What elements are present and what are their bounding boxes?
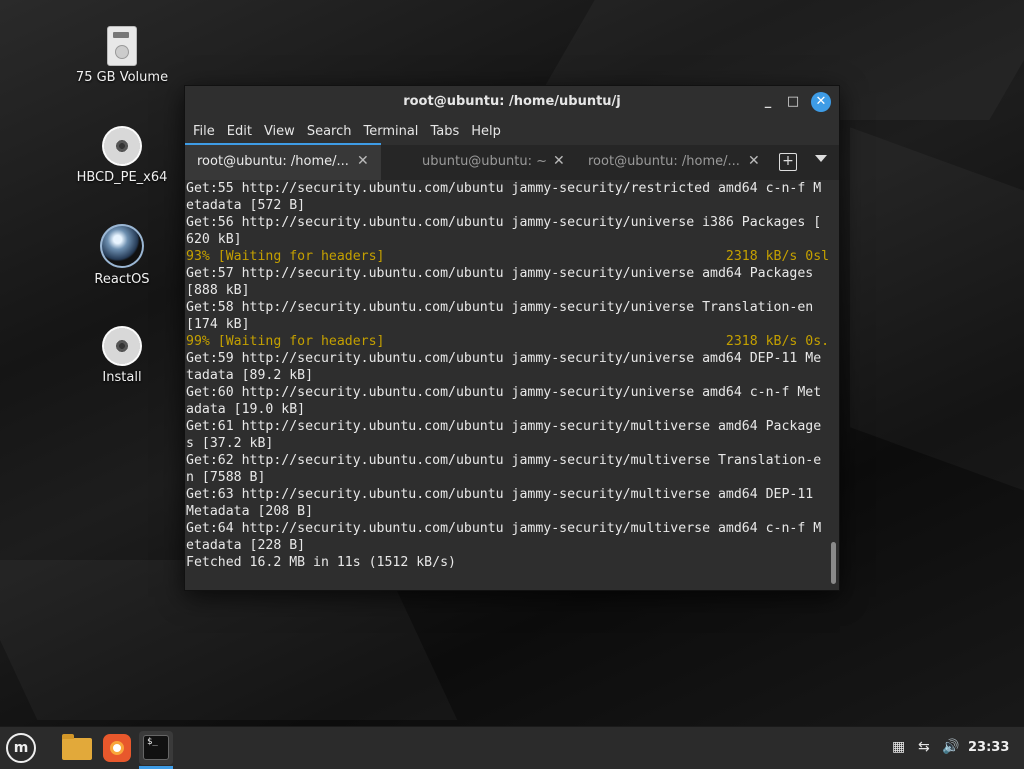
taskbar-firefox[interactable]	[100, 731, 134, 765]
tab-close-icon[interactable]: ✕	[357, 153, 369, 169]
reactos-icon	[100, 224, 144, 268]
terminal-line: Get:62 http://security.ubuntu.com/ubuntu…	[186, 453, 822, 468]
wallpaper-shape	[850, 127, 1024, 493]
menu-file[interactable]: File	[187, 118, 221, 145]
menu-help[interactable]: Help	[465, 118, 507, 145]
tab-label: ubuntu@ubuntu: ~	[422, 154, 548, 169]
tab-root-2[interactable]: root@ubuntu: /home/... ✕	[576, 145, 766, 180]
window-titlebar[interactable]: root@ubuntu: /home/ubuntu/j _ □ ✕	[185, 86, 839, 118]
terminal-line: Get:60 http://security.ubuntu.com/ubuntu…	[186, 385, 822, 400]
terminal-line: Get:63 http://security.ubuntu.com/ubuntu…	[186, 487, 814, 502]
folder-icon	[62, 734, 92, 760]
terminal-line: etadata [228 B]	[186, 538, 306, 553]
tab-root-1[interactable]: root@ubuntu: /home/... ✕	[185, 143, 381, 180]
network-icon[interactable]: ⇆	[918, 739, 930, 755]
close-button[interactable]: ✕	[811, 92, 831, 112]
taskbar: m $_ ▦ ⇆ 🔊 23:33	[0, 726, 1024, 769]
terminal-line: Get:55 http://security.ubuntu.com/ubuntu…	[186, 181, 822, 196]
terminal-line: Get:59 http://security.ubuntu.com/ubuntu…	[186, 351, 822, 366]
terminal-line: [174 kB]	[186, 317, 250, 332]
terminal-output[interactable]: Get:55 http://security.ubuntu.com/ubuntu…	[185, 180, 829, 590]
firefox-icon	[103, 734, 131, 762]
menu-bar: File Edit View Search Terminal Tabs Help	[185, 118, 839, 145]
desktop-icon-reactos[interactable]: ReactOS	[72, 224, 172, 287]
desktop-icon-label: 75 GB Volume	[75, 70, 169, 85]
terminal-line: Get:61 http://security.ubuntu.com/ubuntu…	[186, 419, 822, 434]
terminal-line: tadata [89.2 kB]	[186, 368, 314, 383]
maximize-button[interactable]: □	[783, 92, 803, 112]
terminal-line: etadata [572 B]	[186, 198, 306, 213]
menu-terminal[interactable]: Terminal	[357, 118, 424, 145]
disc-icon	[102, 326, 142, 366]
minimize-button[interactable]: _	[758, 92, 778, 112]
desktop-icon-label: HBCD_PE_x64	[76, 170, 168, 185]
terminal-line: Get:58 http://security.ubuntu.com/ubuntu…	[186, 300, 814, 315]
terminal-line: 620 kB]	[186, 232, 242, 247]
terminal-line: [888 kB]	[186, 283, 250, 298]
menu-tabs[interactable]: Tabs	[424, 118, 465, 145]
menu-edit[interactable]: Edit	[221, 118, 258, 145]
terminal-line: 99% [Waiting for headers] 2318 kB/s 0s.	[186, 334, 829, 349]
terminal-line: Get:57 http://security.ubuntu.com/ubuntu…	[186, 266, 814, 281]
terminal-line: n [7588 B]	[186, 470, 266, 485]
desktop-icon-install[interactable]: Install	[72, 326, 172, 385]
window-title: root@ubuntu: /home/ubuntu/j	[403, 94, 621, 109]
terminal-line: Get:56 http://security.ubuntu.com/ubuntu…	[186, 215, 822, 230]
desktop-icon-label: Install	[102, 370, 142, 385]
terminal-line: Get:64 http://security.ubuntu.com/ubuntu…	[186, 521, 822, 536]
new-tab-button[interactable]: +	[779, 153, 797, 171]
menu-search[interactable]: Search	[301, 118, 358, 145]
tab-menu-chevron-icon[interactable]	[815, 155, 827, 162]
clock[interactable]: 23:33	[968, 740, 1009, 755]
terminal-line: 93% [Waiting for headers] 2318 kB/s 0sl	[186, 249, 829, 264]
tab-close-icon[interactable]: ✕	[748, 153, 760, 169]
tab-label: root@ubuntu: /home/...	[197, 154, 349, 169]
mint-menu-button[interactable]: m	[6, 733, 36, 763]
terminal-line: adata [19.0 kB]	[186, 402, 306, 417]
terminal-line: Metadata [208 B]	[186, 504, 314, 519]
terminal-scrollbar[interactable]	[831, 542, 836, 584]
desktop-icon-hbcd[interactable]: HBCD_PE_x64	[72, 126, 172, 185]
disc-icon	[102, 126, 142, 166]
desktop-icon-label: ReactOS	[94, 272, 150, 287]
taskbar-files[interactable]	[60, 731, 94, 765]
tab-label: root@ubuntu: /home/...	[588, 154, 740, 169]
clipboard-icon[interactable]: ▦	[892, 739, 905, 755]
tab-ubuntu[interactable]: ubuntu@ubuntu: ~ ✕	[410, 145, 580, 180]
tab-close-icon[interactable]: ✕	[553, 153, 565, 169]
terminal-line: s [37.2 kB]	[186, 436, 274, 451]
drive-icon	[107, 26, 137, 66]
volume-icon[interactable]: 🔊	[942, 739, 959, 755]
taskbar-terminal[interactable]: $_	[139, 731, 173, 765]
tab-bar: root@ubuntu: /home/... ✕ ubuntu@ubuntu: …	[185, 143, 839, 180]
terminal-line: Fetched 16.2 MB in 11s (1512 kB/s)	[186, 555, 456, 570]
menu-view[interactable]: View	[258, 118, 301, 145]
terminal-icon: $_	[143, 735, 169, 760]
desktop-icon-volume[interactable]: 75 GB Volume	[72, 26, 172, 85]
terminal-window[interactable]: root@ubuntu: /home/ubuntu/j _ □ ✕ File E…	[184, 85, 840, 591]
